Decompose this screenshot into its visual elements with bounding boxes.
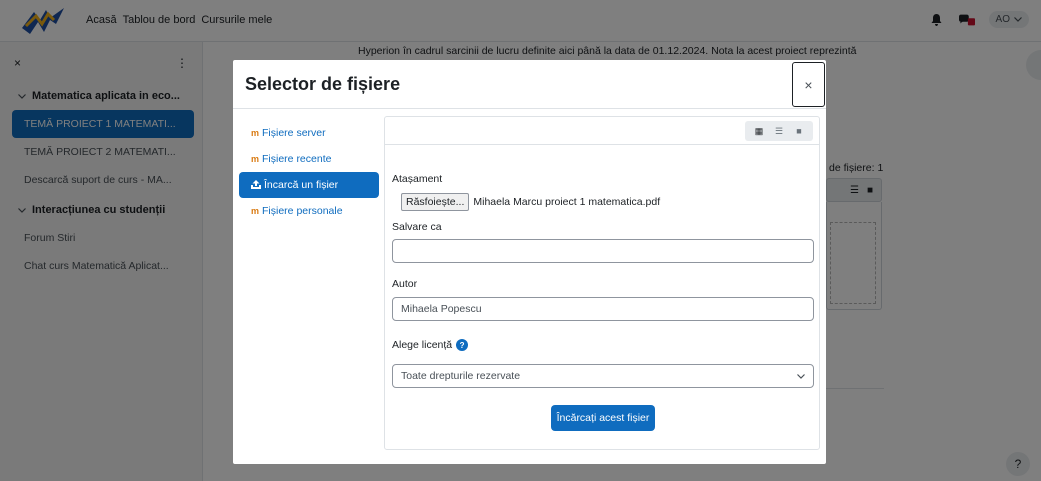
selected-file-name: Mihaela Marcu proiect 1 matematica.pdf	[473, 196, 661, 208]
attachment-label: Atașament	[392, 173, 443, 185]
close-icon: ×	[804, 76, 813, 93]
list-view-icon[interactable]: ☰	[769, 124, 789, 138]
repository-label: Fișiere server	[262, 127, 326, 139]
icon-view-icon[interactable]: ▦	[749, 124, 769, 138]
dialog-header: Selector de fișiere ×	[233, 60, 826, 109]
file-input-row: Răsfoiește... Mihaela Marcu proiect 1 ma…	[401, 193, 660, 211]
repository-item-server-files[interactable]: m Fișiere server	[239, 120, 379, 146]
repository-icon: m	[251, 154, 260, 164]
repository-label: Fișiere recente	[262, 153, 332, 165]
license-selected-value: Toate drepturile rezervate	[401, 370, 521, 382]
repository-item-private-files[interactable]: m Fișiere personale	[239, 198, 379, 224]
upload-icon	[251, 179, 261, 191]
dialog-title: Selector de fișiere	[245, 74, 401, 94]
close-dialog-button[interactable]: ×	[792, 62, 825, 107]
repository-icon: m	[251, 206, 260, 216]
browse-button[interactable]: Răsfoiește...	[401, 193, 470, 211]
view-mode-switcher: ▦ ☰ ■	[745, 121, 813, 141]
license-label-row: Alege licență?	[392, 339, 469, 352]
repository-item-recent-files[interactable]: m Fișiere recente	[239, 146, 379, 172]
view-toolbar: ▦ ☰ ■	[385, 117, 819, 145]
save-as-label: Salvare ca	[392, 221, 442, 233]
repository-item-upload-file[interactable]: Încarcă un fișier	[239, 172, 379, 198]
chevron-down-icon	[797, 370, 805, 382]
repository-icon: m	[251, 128, 260, 138]
author-label: Autor	[392, 278, 418, 290]
folder-tree-view-icon[interactable]: ■	[789, 124, 809, 138]
upload-panel: ▦ ☰ ■ Atașament Răsfoiește... Mihaela Ma…	[384, 116, 820, 450]
license-select[interactable]: Toate drepturile rezervate	[392, 364, 814, 388]
help-icon[interactable]: ?	[456, 339, 469, 352]
repository-list: m Fișiere server m Fișiere recente Încar…	[239, 120, 379, 224]
file-picker-dialog: Selector de fișiere × m Fișiere server m…	[233, 60, 826, 464]
license-label: Alege licență	[392, 339, 453, 351]
repository-label: Fișiere personale	[262, 205, 343, 217]
upload-file-button[interactable]: Încărcați acest fișier	[551, 405, 655, 431]
author-input[interactable]	[392, 297, 814, 321]
save-as-input[interactable]	[392, 239, 814, 263]
repository-label: Încarcă un fișier	[264, 179, 339, 191]
